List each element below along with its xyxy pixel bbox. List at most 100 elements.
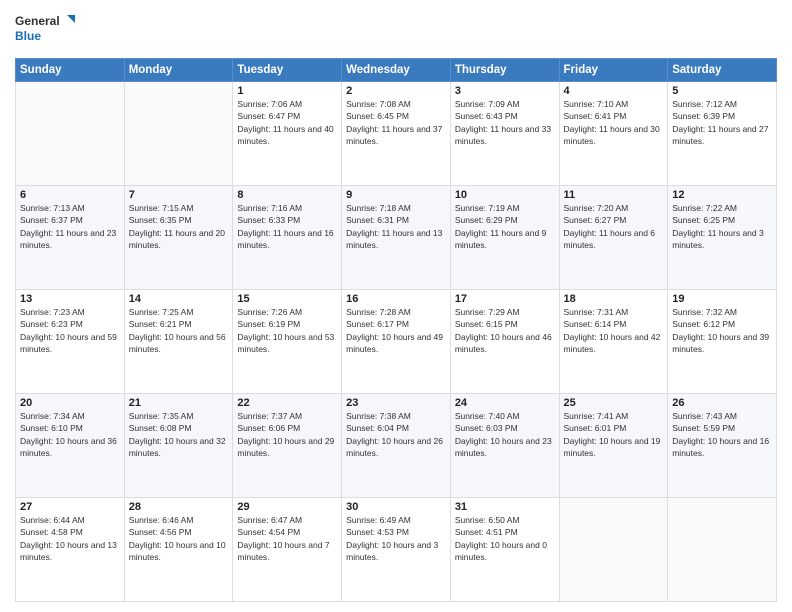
calendar-cell [668,498,777,602]
calendar-cell: 11Sunrise: 7:20 AMSunset: 6:27 PMDayligh… [559,186,668,290]
weekday-header-saturday: Saturday [668,59,777,82]
page: General Blue SundayMondayTuesdayWednesda… [0,0,792,612]
day-info: Sunrise: 7:08 AMSunset: 6:45 PMDaylight:… [346,98,446,147]
calendar-cell: 22Sunrise: 7:37 AMSunset: 6:06 PMDayligh… [233,394,342,498]
calendar-cell: 9Sunrise: 7:18 AMSunset: 6:31 PMDaylight… [342,186,451,290]
calendar-cell: 25Sunrise: 7:41 AMSunset: 6:01 PMDayligh… [559,394,668,498]
day-info: Sunrise: 7:06 AMSunset: 6:47 PMDaylight:… [237,98,337,147]
calendar-cell: 27Sunrise: 6:44 AMSunset: 4:58 PMDayligh… [16,498,125,602]
calendar-cell: 4Sunrise: 7:10 AMSunset: 6:41 PMDaylight… [559,82,668,186]
day-info: Sunrise: 7:31 AMSunset: 6:14 PMDaylight:… [564,306,664,355]
day-number: 27 [20,501,120,513]
calendar-cell: 16Sunrise: 7:28 AMSunset: 6:17 PMDayligh… [342,290,451,394]
weekday-header-friday: Friday [559,59,668,82]
day-number: 13 [20,293,120,305]
day-number: 19 [672,293,772,305]
weekday-header-tuesday: Tuesday [233,59,342,82]
calendar-cell: 24Sunrise: 7:40 AMSunset: 6:03 PMDayligh… [450,394,559,498]
calendar-week-row: 13Sunrise: 7:23 AMSunset: 6:23 PMDayligh… [16,290,777,394]
weekday-header-wednesday: Wednesday [342,59,451,82]
calendar-cell: 13Sunrise: 7:23 AMSunset: 6:23 PMDayligh… [16,290,125,394]
calendar-cell: 12Sunrise: 7:22 AMSunset: 6:25 PMDayligh… [668,186,777,290]
day-number: 9 [346,189,446,201]
weekday-header-thursday: Thursday [450,59,559,82]
day-info: Sunrise: 7:29 AMSunset: 6:15 PMDaylight:… [455,306,555,355]
day-info: Sunrise: 6:47 AMSunset: 4:54 PMDaylight:… [237,514,337,563]
day-number: 16 [346,293,446,305]
day-info: Sunrise: 7:40 AMSunset: 6:03 PMDaylight:… [455,410,555,459]
day-info: Sunrise: 7:20 AMSunset: 6:27 PMDaylight:… [564,202,664,251]
calendar-week-row: 20Sunrise: 7:34 AMSunset: 6:10 PMDayligh… [16,394,777,498]
day-info: Sunrise: 7:43 AMSunset: 5:59 PMDaylight:… [672,410,772,459]
day-number: 12 [672,189,772,201]
day-number: 18 [564,293,664,305]
day-info: Sunrise: 6:46 AMSunset: 4:56 PMDaylight:… [129,514,229,563]
day-number: 7 [129,189,229,201]
calendar-week-row: 27Sunrise: 6:44 AMSunset: 4:58 PMDayligh… [16,498,777,602]
calendar-table: SundayMondayTuesdayWednesdayThursdayFrid… [15,58,777,602]
day-info: Sunrise: 7:41 AMSunset: 6:01 PMDaylight:… [564,410,664,459]
calendar-cell [16,82,125,186]
day-number: 14 [129,293,229,305]
day-number: 11 [564,189,664,201]
logo: General Blue [15,10,75,50]
day-number: 26 [672,397,772,409]
calendar-cell: 7Sunrise: 7:15 AMSunset: 6:35 PMDaylight… [124,186,233,290]
calendar-cell: 17Sunrise: 7:29 AMSunset: 6:15 PMDayligh… [450,290,559,394]
svg-text:Blue: Blue [15,29,41,43]
day-info: Sunrise: 7:38 AMSunset: 6:04 PMDaylight:… [346,410,446,459]
day-info: Sunrise: 7:37 AMSunset: 6:06 PMDaylight:… [237,410,337,459]
day-info: Sunrise: 7:19 AMSunset: 6:29 PMDaylight:… [455,202,555,251]
day-info: Sunrise: 7:35 AMSunset: 6:08 PMDaylight:… [129,410,229,459]
calendar-cell: 8Sunrise: 7:16 AMSunset: 6:33 PMDaylight… [233,186,342,290]
day-number: 17 [455,293,555,305]
day-number: 31 [455,501,555,513]
day-number: 20 [20,397,120,409]
day-number: 28 [129,501,229,513]
day-info: Sunrise: 7:09 AMSunset: 6:43 PMDaylight:… [455,98,555,147]
day-number: 6 [20,189,120,201]
day-number: 4 [564,85,664,97]
svg-text:General: General [15,14,60,28]
weekday-header-row: SundayMondayTuesdayWednesdayThursdayFrid… [16,59,777,82]
day-info: Sunrise: 7:32 AMSunset: 6:12 PMDaylight:… [672,306,772,355]
day-number: 10 [455,189,555,201]
day-number: 25 [564,397,664,409]
calendar-cell: 31Sunrise: 6:50 AMSunset: 4:51 PMDayligh… [450,498,559,602]
calendar-cell: 29Sunrise: 6:47 AMSunset: 4:54 PMDayligh… [233,498,342,602]
day-number: 29 [237,501,337,513]
day-info: Sunrise: 7:23 AMSunset: 6:23 PMDaylight:… [20,306,120,355]
day-number: 30 [346,501,446,513]
day-number: 22 [237,397,337,409]
day-number: 21 [129,397,229,409]
calendar-week-row: 6Sunrise: 7:13 AMSunset: 6:37 PMDaylight… [16,186,777,290]
calendar-cell: 18Sunrise: 7:31 AMSunset: 6:14 PMDayligh… [559,290,668,394]
day-number: 23 [346,397,446,409]
day-info: Sunrise: 7:12 AMSunset: 6:39 PMDaylight:… [672,98,772,147]
calendar-cell: 20Sunrise: 7:34 AMSunset: 6:10 PMDayligh… [16,394,125,498]
calendar-cell: 19Sunrise: 7:32 AMSunset: 6:12 PMDayligh… [668,290,777,394]
day-info: Sunrise: 7:25 AMSunset: 6:21 PMDaylight:… [129,306,229,355]
calendar-cell: 2Sunrise: 7:08 AMSunset: 6:45 PMDaylight… [342,82,451,186]
day-info: Sunrise: 7:15 AMSunset: 6:35 PMDaylight:… [129,202,229,251]
calendar-week-row: 1Sunrise: 7:06 AMSunset: 6:47 PMDaylight… [16,82,777,186]
day-number: 15 [237,293,337,305]
weekday-header-monday: Monday [124,59,233,82]
calendar-cell: 28Sunrise: 6:46 AMSunset: 4:56 PMDayligh… [124,498,233,602]
day-number: 8 [237,189,337,201]
calendar-cell: 10Sunrise: 7:19 AMSunset: 6:29 PMDayligh… [450,186,559,290]
day-number: 24 [455,397,555,409]
calendar-cell [559,498,668,602]
logo-svg: General Blue [15,10,75,50]
day-info: Sunrise: 7:22 AMSunset: 6:25 PMDaylight:… [672,202,772,251]
day-number: 3 [455,85,555,97]
calendar-cell: 15Sunrise: 7:26 AMSunset: 6:19 PMDayligh… [233,290,342,394]
calendar-cell: 30Sunrise: 6:49 AMSunset: 4:53 PMDayligh… [342,498,451,602]
day-info: Sunrise: 7:16 AMSunset: 6:33 PMDaylight:… [237,202,337,251]
calendar-cell: 6Sunrise: 7:13 AMSunset: 6:37 PMDaylight… [16,186,125,290]
calendar-cell: 14Sunrise: 7:25 AMSunset: 6:21 PMDayligh… [124,290,233,394]
day-info: Sunrise: 7:34 AMSunset: 6:10 PMDaylight:… [20,410,120,459]
day-info: Sunrise: 7:10 AMSunset: 6:41 PMDaylight:… [564,98,664,147]
day-number: 5 [672,85,772,97]
day-info: Sunrise: 7:13 AMSunset: 6:37 PMDaylight:… [20,202,120,251]
